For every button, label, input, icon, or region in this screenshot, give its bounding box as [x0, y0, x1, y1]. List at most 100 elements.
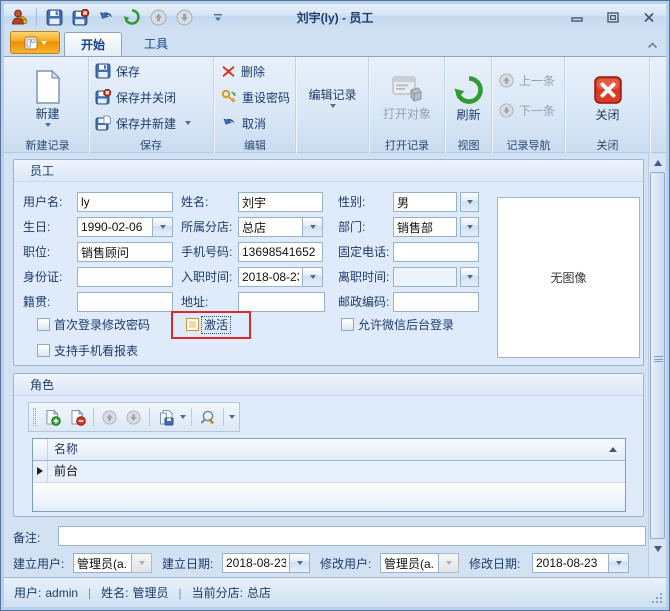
roles-toolbar [28, 402, 240, 432]
dropdown-button[interactable] [153, 217, 173, 237]
delete-button[interactable]: 删除 [221, 60, 293, 82]
mobile-input[interactable] [238, 242, 323, 262]
created-date-combo[interactable] [222, 553, 310, 573]
open-object-button: 打开对象 [370, 59, 444, 137]
idcard-label: 身份证: [23, 267, 62, 287]
toolbar-grip[interactable] [33, 408, 36, 426]
role-name-cell: 前台 [48, 461, 625, 482]
add-role-icon[interactable] [42, 406, 63, 428]
group-caption: 打开记录 [370, 137, 444, 152]
employee-photo-placeholder[interactable]: 无图像 [497, 197, 640, 358]
modified-date-label: 修改日期: [469, 554, 520, 574]
dropdown-button[interactable] [290, 553, 310, 573]
dropdown-button[interactable] [460, 217, 479, 237]
dropdown-button[interactable] [609, 553, 629, 573]
remark-input[interactable] [58, 526, 646, 546]
export-icon[interactable] [155, 406, 176, 428]
hometown-input[interactable] [77, 292, 173, 312]
tab-start[interactable]: 开始 [64, 32, 122, 56]
scroll-down-icon[interactable] [650, 541, 665, 557]
position-input[interactable] [77, 242, 173, 262]
telephone-input[interactable] [393, 242, 479, 262]
scroll-up-icon[interactable] [650, 155, 665, 171]
modified-date-combo[interactable] [532, 553, 629, 573]
indicator-header-cell [33, 439, 48, 460]
birthday-combo[interactable] [77, 217, 173, 237]
dropdown-button[interactable] [460, 192, 479, 212]
refresh-icon [453, 74, 485, 106]
refresh-button[interactable]: 刷新 [446, 59, 491, 137]
reset-password-button[interactable]: 重设密码 [221, 86, 293, 108]
form-icon [24, 36, 38, 50]
toolbar-separator [191, 408, 192, 426]
postcode-input[interactable] [393, 292, 479, 312]
cancel-button[interactable]: 取消 [221, 112, 293, 134]
mobile-report-checkbox[interactable] [37, 344, 50, 357]
application-menu-button[interactable] [10, 31, 60, 54]
wechat-login-checkbox[interactable] [341, 318, 354, 331]
resize-grip[interactable] [652, 593, 662, 603]
roles-table-header[interactable]: 名称 [33, 439, 625, 461]
dropdown-button[interactable] [303, 267, 323, 287]
table-empty-area [33, 484, 625, 511]
search-edit-icon[interactable] [197, 406, 218, 428]
close-button[interactable] [638, 8, 660, 26]
ribbon-group-open-record: 打开对象 打开记录 [370, 57, 445, 153]
created-by-combo[interactable] [73, 553, 152, 573]
role-row[interactable]: 前台 [33, 461, 625, 483]
address-input[interactable] [238, 292, 325, 312]
ribbon-group-close: 关闭 关闭 [566, 57, 650, 153]
row-pointer-icon [37, 467, 43, 475]
new-button[interactable]: 新建 [7, 59, 88, 137]
no-image-text: 无图像 [550, 269, 586, 286]
dropdown-button[interactable] [303, 217, 323, 237]
leavedate-label: 离职时间: [338, 267, 389, 287]
export-caret-icon[interactable] [180, 415, 186, 419]
username-input[interactable] [77, 192, 173, 212]
username-label: 用户名: [23, 192, 62, 212]
delete-x-icon [221, 64, 236, 79]
window-controls [566, 8, 660, 26]
dropdown-button-disabled [439, 553, 459, 573]
floppy-new-icon [95, 115, 111, 131]
hiredate-combo[interactable] [238, 267, 323, 287]
ribbon-collapse-icon[interactable] [647, 38, 658, 52]
dropdown-caret-icon [45, 123, 51, 127]
department-combo[interactable] [393, 217, 479, 237]
circle-up-icon [499, 73, 514, 88]
dropdown-button[interactable] [460, 267, 479, 287]
save-button[interactable]: 保存 [95, 60, 211, 82]
vertical-scrollbar[interactable] [648, 154, 665, 577]
form-content: 员工 用户名: 姓名: 性别: 生日: 所属分店: 部门: [4, 154, 666, 577]
toolbar-overflow-icon[interactable] [229, 415, 235, 419]
status-bar: 用户: admin | 姓名: 管理员 | 当前分店: 总店 [4, 577, 666, 607]
roles-groupbox-caption: 角色 [14, 374, 643, 396]
ribbon: 新建 新建记录 保存 保存并关闭 保存并新建 [4, 56, 666, 153]
modified-by-combo[interactable] [380, 553, 459, 573]
first-login-label: 首次登录修改密码 [54, 317, 150, 333]
mobile-label: 手机号码: [181, 242, 232, 262]
edit-record-button[interactable]: 编辑记录 [297, 59, 368, 137]
appmenu-caret-icon [41, 41, 47, 45]
idcard-input[interactable] [77, 267, 173, 287]
gender-combo[interactable] [393, 192, 479, 212]
save-and-new-button[interactable]: 保存并新建 [95, 112, 211, 134]
tab-tools[interactable]: 工具 [128, 32, 184, 56]
status-user-label: 用户: [14, 584, 41, 601]
scrollbar-thumb[interactable] [650, 172, 665, 539]
move-down-icon [123, 406, 144, 428]
next-record-button: 下一条 [499, 99, 562, 121]
created-by-label: 建立用户: [13, 554, 64, 574]
group-caption [297, 137, 368, 152]
name-input[interactable] [238, 192, 323, 212]
first-login-checkbox[interactable] [37, 318, 50, 331]
minimize-button[interactable] [566, 8, 588, 26]
remove-role-icon[interactable] [66, 406, 87, 428]
postcode-label: 邮政编码: [338, 292, 389, 312]
restore-button[interactable] [602, 8, 624, 26]
close-form-button[interactable]: 关闭 [566, 59, 649, 137]
branch-combo[interactable] [238, 217, 323, 237]
name-column-header[interactable]: 名称 [48, 439, 625, 460]
save-and-close-button[interactable]: 保存并关闭 [95, 86, 211, 108]
leavedate-combo[interactable] [393, 267, 479, 287]
